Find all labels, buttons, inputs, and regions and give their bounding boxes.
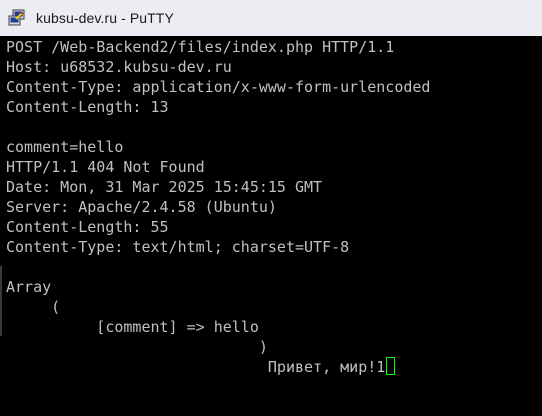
terminal-line: Server: Apache/2.4.58 (Ubuntu)	[6, 198, 277, 216]
terminal-line: Content-Length: 13	[6, 98, 169, 116]
terminal-prompt-line: Привет, мир!1	[6, 357, 396, 377]
terminal-screen[interactable]: POST /Web-Backend2/files/index.php HTTP/…	[0, 36, 542, 416]
terminal-line-text: Привет, мир!1	[6, 358, 386, 376]
terminal-line: [comment] => hello	[6, 318, 259, 336]
title-bar[interactable]: kubsu-dev.ru - PuTTY	[0, 0, 542, 36]
window-title: kubsu-dev.ru - PuTTY	[36, 10, 174, 26]
terminal-line: POST /Web-Backend2/files/index.php HTTP/…	[6, 38, 395, 56]
terminal-line: Content-Type: text/html; charset=UTF-8	[6, 238, 350, 256]
terminal-line: Date: Mon, 31 Mar 2025 15:45:15 GMT	[6, 178, 323, 196]
terminal-line: HTTP/1.1 404 Not Found	[6, 158, 205, 176]
terminal-cursor	[386, 357, 396, 375]
terminal-line: Content-Length: 55	[6, 218, 169, 236]
terminal-line: Host: u68532.kubsu-dev.ru	[6, 58, 232, 76]
scroll-edge	[0, 266, 2, 336]
terminal-line: Array	[6, 278, 52, 296]
terminal-line: (	[6, 298, 61, 316]
terminal-line: Content-Type: application/x-www-form-url…	[6, 78, 431, 96]
terminal-line: comment=hello	[6, 138, 124, 156]
putty-icon[interactable]	[8, 9, 26, 27]
terminal-line: )	[6, 338, 268, 356]
putty-window: kubsu-dev.ru - PuTTY POST /Web-Backend2/…	[0, 0, 542, 416]
